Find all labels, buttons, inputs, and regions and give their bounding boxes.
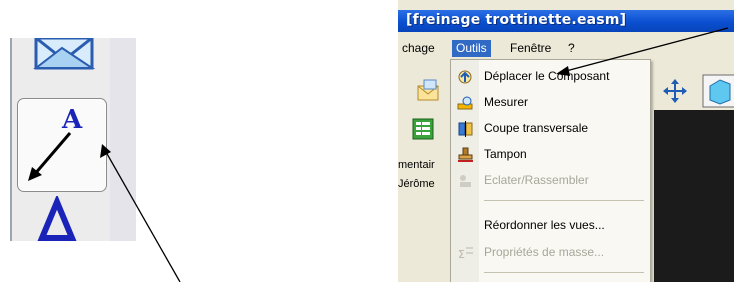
measure-icon bbox=[457, 96, 473, 110]
menu-help[interactable]: ? bbox=[564, 40, 579, 57]
pan-arrows-icon[interactable] bbox=[662, 78, 688, 104]
toolbar-right bbox=[662, 74, 734, 110]
menu-affichage[interactable]: chage bbox=[398, 40, 439, 57]
envelope-icon bbox=[33, 36, 96, 70]
menu-item-label: Coupe transversale bbox=[484, 121, 589, 135]
3d-view-icon[interactable] bbox=[702, 74, 734, 108]
window-title: [freinage trottinette.easm] bbox=[406, 12, 627, 28]
svg-text:Σ: Σ bbox=[458, 248, 465, 261]
outils-dropdown-menu: Déplacer le Composant Mesurer Coupe tran… bbox=[450, 59, 651, 282]
behind-text-line2: Jérôme bbox=[398, 178, 435, 190]
menu-item-label: Mesurer bbox=[484, 95, 529, 109]
menu-outils[interactable]: Outils bbox=[452, 40, 491, 57]
menu-item-label: Eclater/Rassembler bbox=[484, 173, 589, 187]
menu-item-measure[interactable]: Mesurer bbox=[451, 91, 650, 115]
menu-item-explode: Eclater/Rassembler bbox=[451, 169, 650, 193]
menu-item-cross-section[interactable]: Coupe transversale bbox=[451, 117, 650, 141]
toolbar-side-pane bbox=[110, 38, 136, 241]
menu-separator bbox=[484, 272, 644, 273]
menu-item-label: Tampon bbox=[484, 147, 527, 161]
menu-item-label: Propriétés de masse... bbox=[484, 245, 605, 259]
explode-icon bbox=[460, 175, 471, 187]
left-toolbar-zoom: A bbox=[10, 36, 136, 241]
menu-item-reorder-views[interactable]: Réordonner les vues... bbox=[451, 214, 650, 238]
toolbar-border bbox=[10, 38, 12, 241]
menu-fenetre[interactable]: Fenêtre bbox=[506, 40, 555, 57]
list-icon[interactable] bbox=[412, 118, 434, 140]
graphics-viewport[interactable] bbox=[654, 110, 734, 282]
mass-properties-icon: Σ bbox=[458, 247, 473, 261]
title-bar: [freinage trottinette.easm] bbox=[398, 10, 734, 32]
menu-separator bbox=[484, 200, 644, 201]
cross-section-icon bbox=[458, 121, 473, 137]
behind-text-line1: mentair bbox=[398, 159, 435, 171]
annotation-note-button[interactable]: A bbox=[17, 98, 107, 192]
menu-item-stamp[interactable]: Tampon bbox=[451, 143, 650, 167]
menu-item-move-component[interactable]: Déplacer le Composant bbox=[451, 65, 650, 89]
menu-item-mass-properties: Σ Propriétés de masse... bbox=[451, 241, 650, 265]
application-window: [freinage trottinette.easm] chage Outils… bbox=[398, 0, 734, 282]
move-component-icon bbox=[458, 70, 472, 84]
behind-menu-text: mentair Jérôme bbox=[398, 156, 435, 194]
menu-item-label: Réordonner les vues... bbox=[484, 218, 605, 232]
mail-icon[interactable] bbox=[416, 78, 442, 104]
stamp-icon bbox=[458, 147, 473, 162]
menubar: chage Outils Fenêtre ? bbox=[398, 38, 734, 59]
leader-arrow-icon bbox=[28, 132, 72, 181]
menu-item-label: Déplacer le Composant bbox=[484, 69, 610, 83]
envelope-tool-button[interactable] bbox=[22, 36, 102, 76]
delta-icon bbox=[37, 194, 77, 241]
delta-tool-button[interactable] bbox=[32, 194, 82, 241]
